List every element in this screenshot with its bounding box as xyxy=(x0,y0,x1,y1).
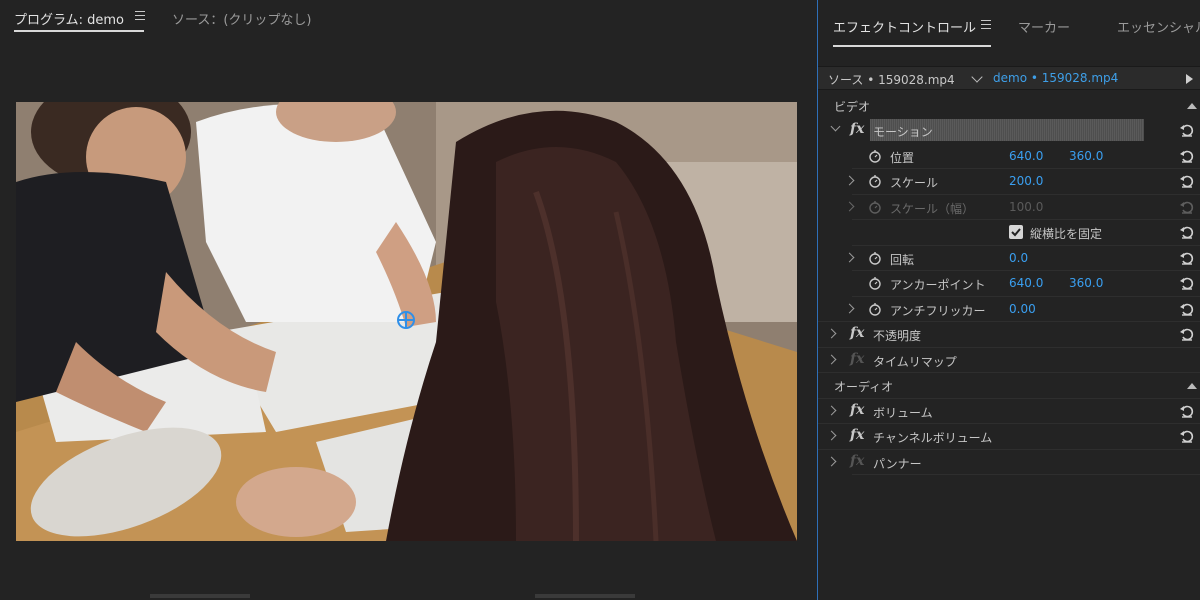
reset-icon[interactable] xyxy=(1179,173,1195,189)
stopwatch-icon xyxy=(869,200,881,214)
stopwatch-icon[interactable] xyxy=(868,251,882,265)
twirl-closed-icon[interactable] xyxy=(826,354,837,364)
tab-essential[interactable]: エッセンシャル xyxy=(1117,17,1200,36)
reset-icon[interactable] xyxy=(1179,122,1195,138)
tab-markers[interactable]: マーカー xyxy=(1018,17,1070,36)
active-tab-underline xyxy=(14,30,144,32)
reset-icon[interactable] xyxy=(1179,403,1195,419)
channel-volume-label: チャンネルボリューム xyxy=(873,431,993,445)
clip-selector-bar: ソース • 159028.mp4 demo • 159028.mp4 xyxy=(818,66,1200,90)
effect-row-volume[interactable]: fx ボリューム xyxy=(818,399,1200,424)
program-monitor-panel: プログラム: demo ソース：(クリップなし) xyxy=(0,0,816,600)
anchor-x-value[interactable]: 640.0 xyxy=(1009,276,1043,290)
fx-icon[interactable]: fx xyxy=(850,402,864,418)
effect-row-motion[interactable]: fx モーション xyxy=(818,118,1200,144)
effect-row-time-remap[interactable]: fx タイムリマップ xyxy=(818,348,1200,373)
effect-row-panner[interactable]: fx パンナー xyxy=(818,450,1200,475)
tab-program-demo[interactable]: プログラム: demo xyxy=(14,9,124,28)
twirl-closed-icon[interactable] xyxy=(826,456,837,466)
collapse-up-icon[interactable] xyxy=(1187,103,1197,109)
panel-menu-icon[interactable] xyxy=(135,11,145,20)
scale-width-label: スケール（幅） xyxy=(890,201,975,216)
row-separator xyxy=(852,474,1200,475)
video-frame-image xyxy=(16,102,797,541)
anti-flicker-value[interactable]: 0.00 xyxy=(1009,302,1036,316)
timeline-marker xyxy=(535,594,635,598)
stopwatch-icon[interactable] xyxy=(868,149,882,163)
property-row-uniform-scale[interactable]: 縦横比を固定 xyxy=(818,220,1200,246)
fx-icon: fx xyxy=(850,452,865,469)
effects-tab-bar: エフェクトコントロール マーカー エッセンシャル xyxy=(818,0,1200,56)
reset-icon[interactable] xyxy=(1179,326,1195,342)
fx-icon[interactable]: fx xyxy=(850,427,864,443)
reset-icon xyxy=(1180,201,1194,214)
fx-icon: fx xyxy=(850,350,865,367)
chevron-down-icon[interactable] xyxy=(971,71,983,83)
tab-source[interactable]: ソース：(クリップなし) xyxy=(172,9,312,28)
reset-icon[interactable] xyxy=(1179,224,1195,240)
twirl-closed-icon[interactable] xyxy=(826,405,837,415)
property-row-position[interactable]: 位置 640.0 360.0 xyxy=(818,144,1200,169)
stopwatch-icon[interactable] xyxy=(868,302,882,316)
fx-icon[interactable]: fx xyxy=(850,121,864,137)
position-y-value[interactable]: 360.0 xyxy=(1069,149,1103,163)
timeline-marker xyxy=(150,594,250,598)
source-clip-label[interactable]: ソース • 159028.mp4 xyxy=(828,71,955,88)
audio-section-label: オーディオ xyxy=(834,380,894,394)
time-remap-label: タイムリマップ xyxy=(873,354,957,369)
stopwatch-icon[interactable] xyxy=(868,276,882,290)
fx-icon[interactable]: fx xyxy=(850,325,864,341)
property-row-anti-flicker[interactable]: アンチフリッカー 0.00 xyxy=(818,297,1200,322)
active-tab-underline xyxy=(833,45,991,47)
property-row-scale[interactable]: スケール 200.0 xyxy=(818,169,1200,195)
twirl-closed-icon[interactable] xyxy=(844,252,855,262)
check-icon xyxy=(1011,228,1021,237)
property-row-anchor-point[interactable]: アンカーポイント 640.0 360.0 xyxy=(818,271,1200,297)
twirl-closed-icon[interactable] xyxy=(826,430,837,441)
anti-flicker-label: アンチフリッカー xyxy=(890,303,986,318)
rotation-label: 回転 xyxy=(890,252,915,267)
video-section-label: ビデオ xyxy=(834,100,871,114)
twirl-closed-icon[interactable] xyxy=(844,175,855,186)
reset-icon[interactable] xyxy=(1179,148,1195,164)
rotation-value[interactable]: 0.0 xyxy=(1009,251,1028,265)
opacity-label: 不透明度 xyxy=(873,329,922,343)
scale-value[interactable]: 200.0 xyxy=(1009,174,1043,188)
panel-menu-icon[interactable] xyxy=(981,20,991,29)
reset-icon[interactable] xyxy=(1179,275,1195,291)
anchor-y-value[interactable]: 360.0 xyxy=(1069,276,1103,290)
reset-icon[interactable] xyxy=(1179,428,1195,444)
panner-label: パンナー xyxy=(873,456,922,471)
scale-label: スケール xyxy=(890,176,939,190)
anchor-point-label: アンカーポイント xyxy=(890,278,986,292)
sequence-clip-label[interactable]: demo • 159028.mp4 xyxy=(993,71,1118,85)
reset-icon[interactable] xyxy=(1179,250,1195,266)
collapse-up-icon[interactable] xyxy=(1187,383,1197,389)
twirl-closed-icon[interactable] xyxy=(826,328,837,339)
audio-section-header: オーディオ xyxy=(818,373,1200,399)
twirl-closed-icon[interactable] xyxy=(844,201,855,211)
position-x-value[interactable]: 640.0 xyxy=(1009,149,1043,163)
scale-width-value: 100.0 xyxy=(1009,199,1044,214)
program-tab-bar: プログラム: demo ソース：(クリップなし) xyxy=(0,0,816,34)
twirl-open-icon[interactable] xyxy=(830,121,841,132)
effect-row-channel-volume[interactable]: fx チャンネルボリューム xyxy=(818,424,1200,450)
property-row-rotation[interactable]: 回転 0.0 xyxy=(818,246,1200,271)
twirl-closed-icon[interactable] xyxy=(844,303,855,313)
reset-icon[interactable] xyxy=(1179,301,1195,317)
effect-row-opacity[interactable]: fx 不透明度 xyxy=(818,322,1200,348)
motion-label: モーション xyxy=(873,125,933,139)
tab-effect-controls[interactable]: エフェクトコントロール xyxy=(833,17,976,36)
stopwatch-icon[interactable] xyxy=(868,174,882,188)
effect-controls-panel: エフェクトコントロール マーカー エッセンシャル ソース • 159028.mp… xyxy=(817,0,1200,600)
position-label: 位置 xyxy=(890,150,915,165)
property-row-scale-width: スケール（幅） 100.0 xyxy=(818,195,1200,220)
uniform-scale-checkbox[interactable] xyxy=(1009,225,1023,239)
volume-label: ボリューム xyxy=(873,405,933,420)
video-section-header: ビデオ xyxy=(818,93,1200,119)
play-triangle-icon[interactable] xyxy=(1186,74,1193,84)
uniform-scale-label: 縦横比を固定 xyxy=(1030,227,1103,241)
program-video-frame[interactable] xyxy=(16,102,797,541)
